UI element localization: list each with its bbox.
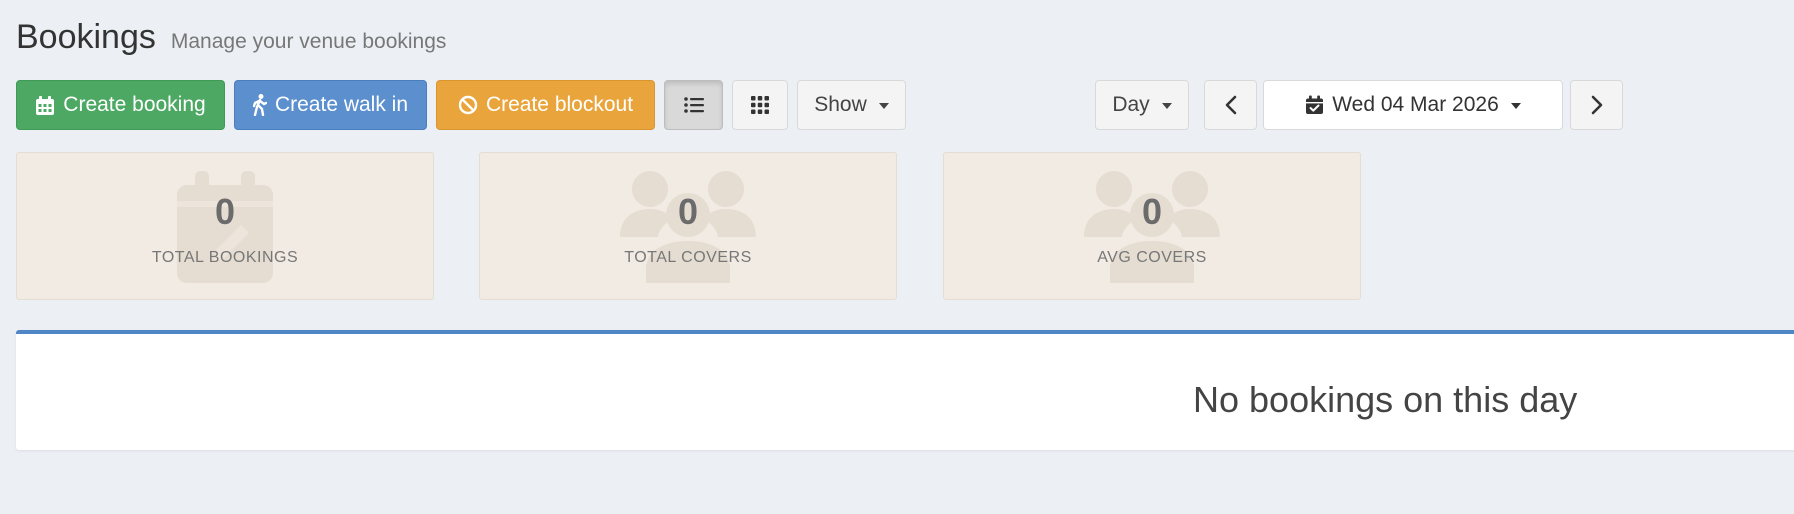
create-blockout-button[interactable]: Create blockout bbox=[436, 80, 655, 130]
caret-down-icon bbox=[1510, 103, 1521, 109]
calendar-icon bbox=[36, 95, 55, 115]
page-subtitle: Manage your venue bookings bbox=[170, 30, 447, 53]
create-blockout-label: Create blockout bbox=[485, 93, 634, 116]
caret-down-icon bbox=[1161, 103, 1172, 109]
ban-icon bbox=[458, 95, 478, 115]
bookings-list-panel: No bookings on this day bbox=[16, 330, 1794, 450]
grid-icon bbox=[751, 96, 769, 114]
stat-label: TOTAL BOOKINGS bbox=[151, 249, 299, 266]
create-walk-in-label: Create walk in bbox=[274, 93, 409, 116]
stat-total-covers: 0 TOTAL COVERS bbox=[479, 152, 897, 300]
calendar-check-icon bbox=[1306, 95, 1324, 114]
chevron-left-icon bbox=[1225, 95, 1236, 115]
stat-value: 0 bbox=[1141, 191, 1163, 232]
grid-view-button[interactable] bbox=[732, 80, 788, 130]
stat-total-bookings: 0 TOTAL BOOKINGS bbox=[16, 152, 434, 300]
date-picker-button[interactable]: Wed 04 Mar 2026 bbox=[1263, 80, 1563, 130]
previous-day-button[interactable] bbox=[1204, 80, 1257, 130]
stat-avg-covers: 0 AVG COVERS bbox=[943, 152, 1361, 300]
caret-down-icon bbox=[878, 103, 889, 109]
stat-value: 0 bbox=[677, 191, 699, 232]
list-icon bbox=[683, 97, 704, 113]
create-booking-button[interactable]: Create booking bbox=[16, 80, 225, 130]
view-mode-dropdown[interactable]: Day bbox=[1095, 80, 1189, 130]
view-mode-label: Day bbox=[1112, 93, 1150, 116]
show-dropdown-button[interactable]: Show bbox=[797, 80, 906, 130]
date-label: Wed 04 Mar 2026 bbox=[1332, 93, 1499, 116]
next-day-button[interactable] bbox=[1570, 80, 1623, 130]
create-booking-label: Create booking bbox=[63, 93, 206, 116]
walking-icon bbox=[252, 94, 267, 116]
list-view-button[interactable] bbox=[664, 80, 723, 130]
chevron-right-icon bbox=[1591, 95, 1602, 115]
empty-state-message: No bookings on this day bbox=[1193, 379, 1578, 420]
stat-label: TOTAL COVERS bbox=[624, 249, 752, 266]
bookings-page: Bookings Manage your venue bookings Crea… bbox=[0, 0, 1794, 514]
stat-value: 0 bbox=[214, 191, 236, 232]
stat-label: AVG COVERS bbox=[1097, 249, 1207, 266]
page-header: Bookings Manage your venue bookings bbox=[16, 18, 446, 57]
page-title: Bookings bbox=[16, 18, 156, 56]
show-label: Show bbox=[814, 93, 867, 116]
create-walk-in-button[interactable]: Create walk in bbox=[234, 80, 427, 130]
